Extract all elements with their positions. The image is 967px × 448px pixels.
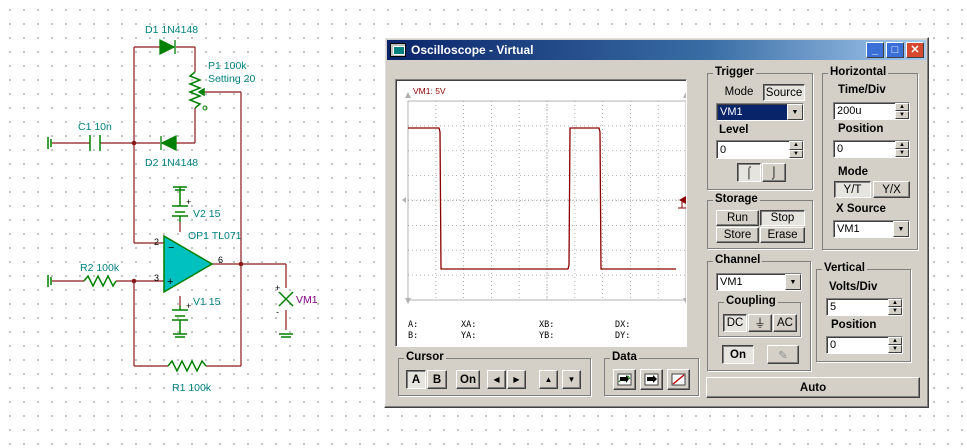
vm1-minus: - bbox=[276, 307, 279, 317]
minimize-button[interactable]: _ bbox=[866, 42, 884, 58]
pin3-label: 3 bbox=[154, 273, 160, 283]
data-graph-icon[interactable] bbox=[667, 369, 690, 390]
cursor-dy-readout: DY: bbox=[615, 331, 631, 341]
time-div-label: Time/Div bbox=[838, 84, 886, 96]
c1-label: C1 10n bbox=[78, 121, 112, 133]
horizontal-position-spinner[interactable]: ▲ ▼ bbox=[895, 141, 909, 157]
time-div-spinner[interactable]: ▲ ▼ bbox=[895, 103, 909, 119]
probe-color-icon[interactable]: ✎ bbox=[767, 345, 799, 364]
cursor-down-icon[interactable]: ▼ bbox=[562, 370, 581, 389]
data-export-icon[interactable] bbox=[640, 369, 663, 390]
coupling-gnd-button[interactable]: ⏚ bbox=[748, 314, 772, 332]
cursor-a-button[interactable]: A bbox=[406, 370, 426, 389]
cursor-up-icon[interactable]: ▲ bbox=[539, 370, 558, 389]
svg-text:−: − bbox=[168, 242, 174, 254]
volts-div-spinner[interactable]: ▲ ▼ bbox=[888, 299, 902, 315]
cursor-xb-readout: XB: bbox=[539, 320, 555, 330]
mode-label: Mode bbox=[838, 166, 869, 178]
cursor-b-button[interactable]: B bbox=[427, 370, 447, 389]
cursor-dx-readout: DX: bbox=[615, 320, 631, 330]
cursor-ya-readout: YA: bbox=[461, 331, 477, 341]
vm1-label: VM1 bbox=[296, 294, 318, 306]
horizontal-title: Horizontal bbox=[828, 66, 889, 78]
d1-label: D1 1N4148 bbox=[145, 24, 199, 36]
coupling-dc-button[interactable]: DC bbox=[723, 314, 747, 332]
v2-label: V2 15 bbox=[193, 208, 221, 220]
v1-plus: + bbox=[186, 301, 192, 311]
channel-on-button[interactable]: On bbox=[722, 345, 754, 364]
erase-button[interactable]: Erase bbox=[760, 227, 805, 243]
r2-label: R2 100k bbox=[80, 262, 120, 274]
vertical-title: Vertical bbox=[822, 262, 867, 274]
channel-title: Channel bbox=[713, 254, 763, 266]
storage-title: Storage bbox=[713, 193, 760, 205]
data-import-icon[interactable] bbox=[613, 369, 636, 390]
cursor-yb-readout: YB: bbox=[539, 331, 555, 341]
op1-label: OP1 TL071 bbox=[188, 230, 242, 242]
trigger-title: Trigger bbox=[713, 66, 756, 78]
auto-button[interactable]: Auto bbox=[706, 377, 920, 398]
trigger-source-button[interactable]: Source bbox=[763, 84, 805, 101]
oscilloscope-app-icon bbox=[390, 43, 406, 57]
pin6-label: 6 bbox=[218, 255, 224, 265]
store-button[interactable]: Store bbox=[716, 227, 759, 243]
coupling-title: Coupling bbox=[724, 295, 778, 307]
yt-mode-button[interactable]: Y/T bbox=[834, 181, 871, 198]
cursor-title: Cursor bbox=[404, 351, 446, 363]
scope-display[interactable]: VM1: 5V A: B: XA: YA: XB: YB: DX: DY: bbox=[395, 79, 687, 347]
trigger-mode-button[interactable]: Mode bbox=[717, 84, 761, 100]
coupling-ac-button[interactable]: AC bbox=[773, 314, 797, 332]
rising-edge-icon[interactable]: ⌠ bbox=[737, 163, 761, 182]
cursor-b-readout: B: bbox=[408, 331, 419, 341]
data-title: Data bbox=[610, 351, 639, 363]
x-source-label: X Source bbox=[836, 203, 886, 215]
cursor-a-readout: A: bbox=[408, 320, 419, 330]
trigger-level-marker[interactable] bbox=[678, 196, 686, 209]
vm1-waveform-trace bbox=[408, 127, 676, 270]
r1-label: R1 100k bbox=[172, 382, 212, 394]
v1-label: V1 15 bbox=[193, 296, 221, 308]
circuit-schematic: − + bbox=[47, 38, 294, 373]
x-source-dropdown-arrow[interactable]: ▼ bbox=[893, 221, 909, 237]
window-title: Oscilloscope - Virtual bbox=[411, 43, 534, 57]
run-button[interactable]: Run bbox=[716, 210, 759, 226]
vm1-plus: + bbox=[275, 283, 281, 293]
cursor-on-button[interactable]: On bbox=[456, 370, 480, 389]
vertical-position-spinner[interactable]: ▲ ▼ bbox=[888, 337, 902, 353]
falling-edge-icon[interactable]: ⌡ bbox=[762, 163, 786, 182]
d2-label: D2 1N4148 bbox=[145, 157, 199, 169]
cursor-xa-readout: XA: bbox=[461, 320, 477, 330]
svg-text:+: + bbox=[167, 276, 173, 288]
stop-button[interactable]: Stop bbox=[760, 210, 805, 226]
cursor-right-icon[interactable]: ▶ bbox=[507, 370, 526, 389]
yx-mode-button[interactable]: Y/X bbox=[873, 181, 910, 198]
trigger-level-spinner[interactable]: ▲ ▼ bbox=[789, 141, 803, 158]
title-bar[interactable]: Oscilloscope - Virtual _ □ ✕ bbox=[387, 40, 926, 60]
trigger-level-label: Level bbox=[719, 124, 749, 136]
maximize-button[interactable]: □ bbox=[886, 42, 904, 58]
trigger-source-dropdown-arrow[interactable]: ▼ bbox=[787, 104, 803, 120]
p1-label: P1 100k bbox=[208, 60, 247, 72]
pin2-label: 2 bbox=[154, 237, 160, 247]
cursor-left-icon[interactable]: ◀ bbox=[487, 370, 506, 389]
p1-setting-label: Setting 20 bbox=[208, 73, 256, 85]
close-button[interactable]: ✕ bbox=[906, 42, 924, 58]
vertical-position-label: Position bbox=[831, 319, 877, 331]
channel-dropdown-arrow[interactable]: ▼ bbox=[785, 274, 801, 290]
horizontal-position-label: Position bbox=[838, 123, 884, 135]
channel-scale-label: VM1: 5V bbox=[413, 86, 446, 96]
v2-plus: + bbox=[186, 197, 192, 207]
volts-div-label: Volts/Div bbox=[829, 281, 878, 293]
